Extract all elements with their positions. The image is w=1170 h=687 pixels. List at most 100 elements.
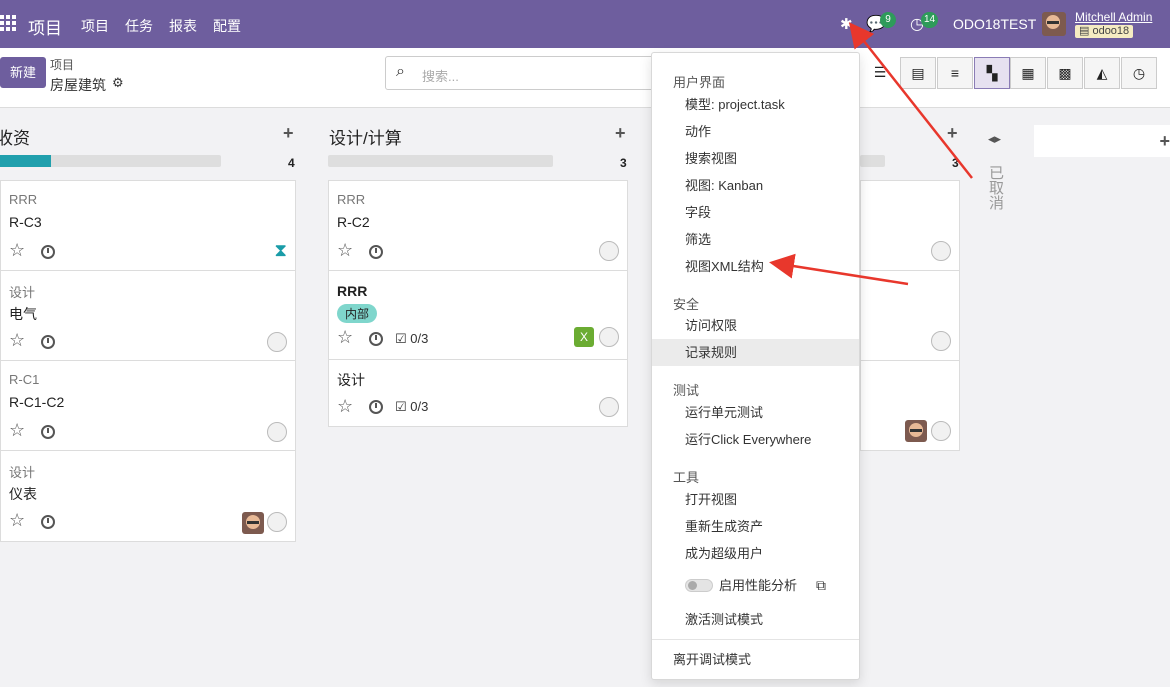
debug-dropdown-menu: 用户界面 模型: project.task 动作 搜索视图 视图: Kanban… [651,52,860,680]
user-avatar[interactable] [1042,12,1066,36]
breadcrumb-parent[interactable]: 项目 [50,56,74,73]
company-name[interactable]: ODO18TEST [953,16,1036,32]
menu-item-become-superuser[interactable]: 成为超级用户 [652,540,859,567]
task-card[interactable] [860,180,960,271]
clock-icon[interactable] [41,335,55,349]
view-kanban-icon[interactable]: ▚ [974,57,1010,89]
expand-column-icon[interactable]: ◂▸ [988,131,1001,147]
menu-item-model[interactable]: 模型: project.task [652,91,859,118]
column-progress-bar[interactable] [328,155,553,167]
view-activity-icon[interactable]: ◷ [1121,57,1157,89]
gear-icon[interactable]: ⚙ [112,75,124,91]
menu-item-regenerate-assets[interactable]: 重新生成资产 [652,513,859,540]
star-icon[interactable]: ☆ [9,510,25,531]
menu-item-view-kanban[interactable]: 视图: Kanban [652,172,859,199]
filter-options-icon[interactable]: ☰ [862,57,898,89]
add-card-plus-icon[interactable]: + [615,123,626,144]
status-circle[interactable] [599,327,619,347]
assignee-avatar[interactable] [905,420,927,442]
view-list-detail-icon[interactable]: ▤ [900,57,936,89]
task-card[interactable] [860,361,960,451]
menu-item-open-view[interactable]: 打开视图 [652,486,859,513]
add-card-plus-icon[interactable]: + [947,123,958,144]
menu-item-reports[interactable]: 报表 [169,16,197,36]
task-card[interactable]: 设计 仪表 ☆ [0,451,296,542]
card-project: RRR [337,192,366,207]
clock-icon[interactable] [41,515,55,529]
folded-column-title[interactable]: 已取消 [985,165,1006,210]
tag-chip[interactable]: 内部 [337,304,378,323]
status-circle[interactable] [931,331,951,351]
database-chip: ▤ odoo18 [1075,25,1134,38]
database-icon: ▤ [1079,25,1093,37]
search-box[interactable]: ⌕ 搜索... [385,56,655,90]
status-circle[interactable] [267,332,287,352]
checklist-progress[interactable]: ☑ 0/3 [395,331,428,347]
status-circle[interactable] [267,422,287,442]
clock-icon[interactable] [369,332,383,346]
assignee-avatar[interactable] [242,512,264,534]
clock-icon[interactable] [369,400,383,414]
column-progress-bar[interactable] [860,155,885,167]
add-card-plus-icon[interactable]: + [283,123,294,144]
task-card[interactable]: 设计 电气 ☆ [0,271,296,361]
menu-item-leave-debug[interactable]: 离开调试模式 [652,646,859,673]
status-circle[interactable] [931,241,951,261]
column-title[interactable]: 设计/计算 [329,124,402,149]
view-list-icon[interactable]: ≡ [937,57,973,89]
search-icon: ⌕ [396,63,405,80]
task-card[interactable]: R-C1 R-C1-C2 ☆ [0,361,296,451]
apps-grid-icon[interactable] [0,15,16,31]
external-link-icon[interactable]: ⧉ [816,577,826,594]
menu-item-config[interactable]: 配置 [213,16,241,36]
user-name[interactable]: Mitchell Admin [1075,10,1152,24]
menu-item-run-unit-tests[interactable]: 运行单元测试 [652,399,859,426]
clock-icon[interactable] [41,425,55,439]
menu-item-view-xml[interactable]: 视图XML结构 [652,253,859,280]
star-icon[interactable]: ☆ [337,327,353,348]
view-calendar-icon[interactable]: ▦ [1010,57,1046,89]
star-icon[interactable]: ☆ [337,240,353,261]
debug-bug-icon[interactable]: ✱ [840,15,853,33]
add-column-area[interactable]: + [1034,125,1170,157]
menu-item-projects[interactable]: 项目 [81,16,109,36]
star-icon[interactable]: ☆ [337,396,353,417]
status-circle[interactable] [599,241,619,261]
menu-item-action[interactable]: 动作 [652,118,859,145]
view-graph-icon[interactable]: ◭ [1084,57,1120,89]
status-circle[interactable] [599,397,619,417]
task-card[interactable]: RRR 内部 ☆ ☑ 0/3 X [328,271,628,360]
x-chip[interactable]: X [574,327,594,347]
task-card[interactable]: RRR R-C2 ☆ [328,180,628,271]
menu-item-access-rights[interactable]: 访问权限 [652,312,859,339]
menu-item-click-everywhere[interactable]: 运行Click Everywhere [652,426,859,453]
app-brand[interactable]: 项目 [28,14,62,39]
task-card[interactable] [860,271,960,361]
column-progress-bar[interactable] [0,155,221,167]
menu-item-filters[interactable]: 筛选 [652,226,859,253]
menu-item-fields[interactable]: 字段 [652,199,859,226]
menu-item-tasks[interactable]: 任务 [125,16,153,36]
card-name: RRR [337,283,368,299]
column-title[interactable]: 收资 [0,124,30,149]
checklist-progress[interactable]: ☑ 0/3 [395,399,428,415]
menu-item-activate-test-mode[interactable]: 激活测试模式 [652,606,859,633]
column-count: 3 [952,156,959,170]
task-card[interactable]: 设计 ☆ ☑ 0/3 [328,360,628,427]
star-icon[interactable]: ☆ [9,330,25,351]
status-circle[interactable] [267,512,287,532]
menu-item-record-rules[interactable]: 记录规则 [652,339,859,366]
add-column-plus-icon[interactable]: + [1159,131,1170,152]
hourglass-icon[interactable]: ⧗ [274,240,287,261]
clock-icon[interactable] [369,245,383,259]
clock-icon[interactable] [41,245,55,259]
task-card[interactable]: RRR R-C3 ☆ ⧗ [0,180,296,271]
new-button[interactable]: 新建 [0,57,46,88]
status-circle[interactable] [931,421,951,441]
view-pivot-icon[interactable]: ▩ [1047,57,1083,89]
menu-item-enable-profiling[interactable]: 启用性能分析 [652,572,859,599]
card-name: R-C1-C2 [9,394,65,410]
star-icon[interactable]: ☆ [9,420,25,441]
star-icon[interactable]: ☆ [9,240,25,261]
menu-item-search-view[interactable]: 搜索视图 [652,145,859,172]
